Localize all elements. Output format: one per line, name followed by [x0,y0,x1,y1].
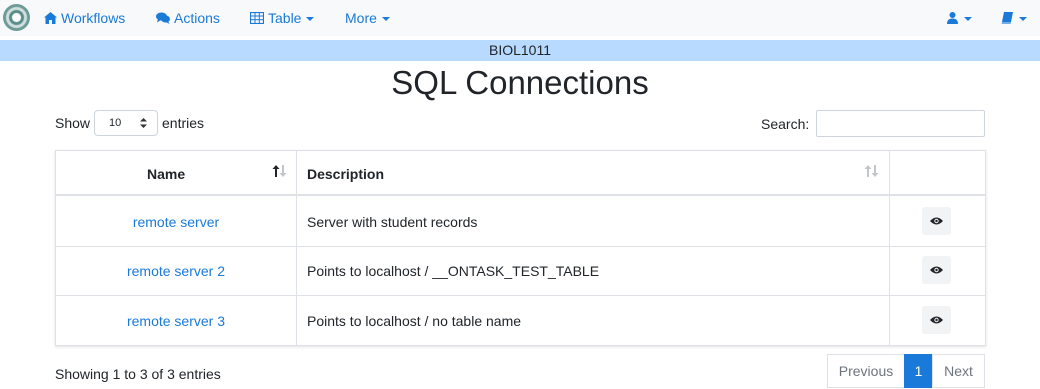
connection-description: Points to localhost / __ONTASK_TEST_TABL… [307,263,600,279]
nav-more-dropdown[interactable]: More [345,0,390,36]
view-connection-button[interactable] [922,256,951,284]
connections-table: Name Description remote server Server wi… [55,150,986,346]
eye-icon [930,217,943,225]
connection-name-link[interactable]: remote server [56,214,296,230]
chevron-down-icon [306,17,315,21]
header-divider [56,194,985,196]
documentation-menu[interactable] [1001,0,1027,36]
sort-both-icon[interactable] [864,165,879,177]
pagination-page-1[interactable]: 1 [904,354,933,388]
column-header-description[interactable]: Description [307,166,384,182]
select-arrows-icon [140,118,147,128]
nav-actions-label: Actions [174,10,220,26]
column-header-name[interactable]: Name [147,166,185,182]
top-navbar: Workflows Actions Table More [0,0,1040,36]
nav-table-label: Table [268,10,302,26]
eye-icon [930,266,943,274]
pagination-previous[interactable]: Previous [827,354,905,388]
user-menu[interactable] [947,0,972,36]
nav-more-label: More [345,10,377,26]
search-label: Search: [761,116,810,132]
book-icon [1001,12,1013,24]
nav-table-dropdown[interactable]: Table [249,0,315,36]
view-connection-button[interactable] [922,207,951,235]
connection-name-link[interactable]: remote server 2 [56,263,296,279]
table-icon [249,11,265,25]
table-info: Showing 1 to 3 of 3 entries [55,366,221,382]
nav-workflows-label: Workflows [61,10,126,26]
entries-label: entries [162,115,205,131]
column-divider [296,151,297,345]
home-icon [44,12,57,24]
row-divider [56,295,985,296]
ontask-logo[interactable] [3,4,30,31]
pagination-next[interactable]: Next [932,354,985,388]
entries-per-page-select[interactable]: 10 [94,110,158,136]
chevron-down-icon [381,17,390,21]
column-divider [889,151,890,345]
sort-ascending-icon[interactable] [272,165,287,177]
eye-icon [930,316,943,324]
view-connection-button[interactable] [922,306,951,334]
connection-description: Points to localhost / no table name [307,313,522,329]
row-divider [56,246,985,247]
chevron-down-icon [1019,17,1027,21]
page-title: SQL Connections [391,64,649,101]
connection-name-link[interactable]: remote server 3 [56,313,296,329]
nav-workflows[interactable]: Workflows [44,0,125,36]
user-icon [947,12,958,24]
comments-icon [156,12,170,24]
connection-description: Server with student records [307,214,478,230]
search-input[interactable] [816,110,985,137]
workflow-name-bar: BIOL1011 [0,40,1040,61]
nav-actions[interactable]: Actions [156,0,220,36]
entries-select-value: 10 [109,117,122,129]
show-label: Show [55,115,91,131]
chevron-down-icon [964,17,972,21]
